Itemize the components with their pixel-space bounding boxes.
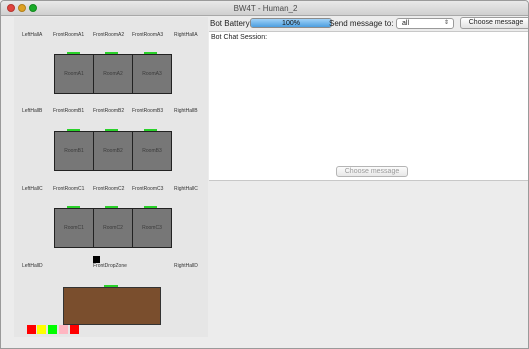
room-label: RoomB3 — [142, 148, 162, 154]
sequence-block — [48, 325, 57, 334]
battery-label: Bot Battery: — [210, 19, 252, 28]
room[interactable]: RoomA1 — [54, 54, 94, 94]
room[interactable]: RoomB1 — [54, 131, 94, 171]
front-room-label: FrontRoomC1 — [53, 186, 85, 192]
room[interactable]: RoomB3 — [132, 131, 172, 171]
battery-value: 100% — [282, 20, 300, 27]
front-room-label: FrontRoomA3 — [132, 32, 164, 38]
battery-progress-bar: 100% — [250, 18, 332, 28]
environment-map: LeftHallA FrontRoomA1 FrontRoomA2 FrontR… — [14, 17, 208, 337]
room[interactable]: RoomB2 — [93, 131, 133, 171]
recipient-select[interactable]: all ⇕ — [396, 18, 454, 29]
room[interactable]: RoomA3 — [132, 54, 172, 94]
room[interactable]: RoomC2 — [93, 208, 133, 248]
room-label: RoomB1 — [64, 148, 84, 154]
sequence-block — [59, 325, 68, 334]
dropzone[interactable] — [63, 287, 161, 325]
room-label: RoomC2 — [103, 225, 123, 231]
room[interactable]: RoomA2 — [93, 54, 133, 94]
front-room-label: FrontRoomA2 — [93, 32, 125, 38]
front-dropzone-label: FrontDropZone — [93, 263, 127, 269]
hall-label: RightHallD — [174, 263, 198, 269]
sequence-block — [37, 325, 46, 334]
hall-label: LeftHallC — [22, 186, 43, 192]
room-label: RoomC1 — [64, 225, 84, 231]
room-label: RoomA2 — [103, 71, 123, 77]
app-window: BW4T - Human_2 LeftHallA FrontRoomA1 Fro… — [0, 0, 529, 349]
up-down-chevron-icon: ⇕ — [443, 20, 449, 26]
hall-label: RightHallB — [174, 108, 198, 114]
title-bar: BW4T - Human_2 — [1, 1, 528, 16]
front-room-label: FrontRoomB3 — [132, 108, 164, 114]
room[interactable]: RoomC3 — [132, 208, 172, 248]
recipient-selected-value: all — [402, 20, 410, 27]
room-label: RoomC3 — [142, 225, 162, 231]
choose-message-button[interactable]: Choose message — [460, 17, 528, 29]
send-message-label: Send message to: — [329, 19, 394, 28]
hall-label: LeftHallD — [22, 263, 43, 269]
chat-session-label: Bot Chat Session: — [211, 34, 268, 41]
room-label: RoomB2 — [103, 148, 123, 154]
front-room-label: FrontRoomC2 — [93, 186, 125, 192]
bot-chat-area[interactable]: Bot Chat Session: — [209, 31, 528, 181]
sequence-block — [27, 325, 36, 334]
robot-icon — [93, 256, 100, 263]
front-room-label: FrontRoomB2 — [93, 108, 125, 114]
window-title: BW4T - Human_2 — [233, 4, 298, 13]
room-label: RoomA3 — [142, 71, 162, 77]
room[interactable]: RoomC1 — [54, 208, 94, 248]
choose-message-button-disabled[interactable]: Choose message — [336, 166, 408, 177]
hall-label: LeftHallA — [22, 32, 43, 38]
control-toolbar: Bot Battery: 100% Send message to: all ⇕… — [208, 17, 528, 32]
front-room-label: FrontRoomA1 — [53, 32, 85, 38]
hall-label: LeftHallB — [22, 108, 43, 114]
hall-label: RightHallA — [174, 32, 198, 38]
front-room-label: FrontRoomB1 — [53, 108, 85, 114]
sequence-block — [70, 325, 79, 334]
room-label: RoomA1 — [64, 71, 84, 77]
front-room-label: FrontRoomC3 — [132, 186, 164, 192]
control-panel: Bot Battery: 100% Send message to: all ⇕… — [208, 17, 528, 337]
hall-label: RightHallC — [174, 186, 198, 192]
